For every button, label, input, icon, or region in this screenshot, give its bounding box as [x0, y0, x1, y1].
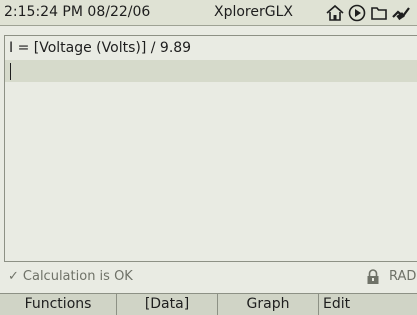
calculation-status-text: Calculation is OK: [22, 269, 133, 284]
checkmark-icon: ✓: [8, 269, 19, 284]
graph-softkey[interactable]: Graph: [218, 294, 319, 315]
app-title: XplorerGLX: [214, 4, 293, 20]
edit-softkey[interactable]: Edit: [319, 294, 417, 315]
home-icon[interactable]: [325, 3, 345, 23]
clock-date: 08/22/06: [87, 4, 151, 20]
clock-datetime: 2:15:24 PM 08/22/06: [4, 4, 150, 20]
clock-time: 2:15:24 PM: [4, 4, 83, 20]
calculator-editor[interactable]: I = [Voltage (Volts)] / 9.89: [4, 35, 417, 262]
lock-icon: [367, 269, 379, 284]
functions-softkey[interactable]: Functions: [0, 294, 117, 315]
edit-softkey-label: Edit: [323, 296, 351, 312]
power-plug-icon[interactable]: [391, 3, 411, 23]
formula-line[interactable]: I = [Voltage (Volts)] / 9.89: [9, 40, 191, 56]
text-cursor: [10, 63, 11, 80]
status-bar: 2:15:24 PM 08/22/06 XplorerGLX: [0, 0, 417, 26]
data-softkey[interactable]: [Data]: [117, 294, 218, 315]
calculation-status: ✓ Calculation is OK: [8, 269, 133, 284]
current-input-line[interactable]: [5, 60, 417, 82]
play-icon[interactable]: [347, 3, 367, 23]
device-screen: 2:15:24 PM 08/22/06 XplorerGLX I = [Volt…: [0, 0, 417, 315]
softkey-bar: Functions [Data] Graph Edit: [0, 293, 417, 315]
message-bar: ✓ Calculation is OK RAD: [4, 266, 417, 288]
folder-icon[interactable]: [369, 3, 389, 23]
angle-mode: RAD: [389, 269, 417, 284]
